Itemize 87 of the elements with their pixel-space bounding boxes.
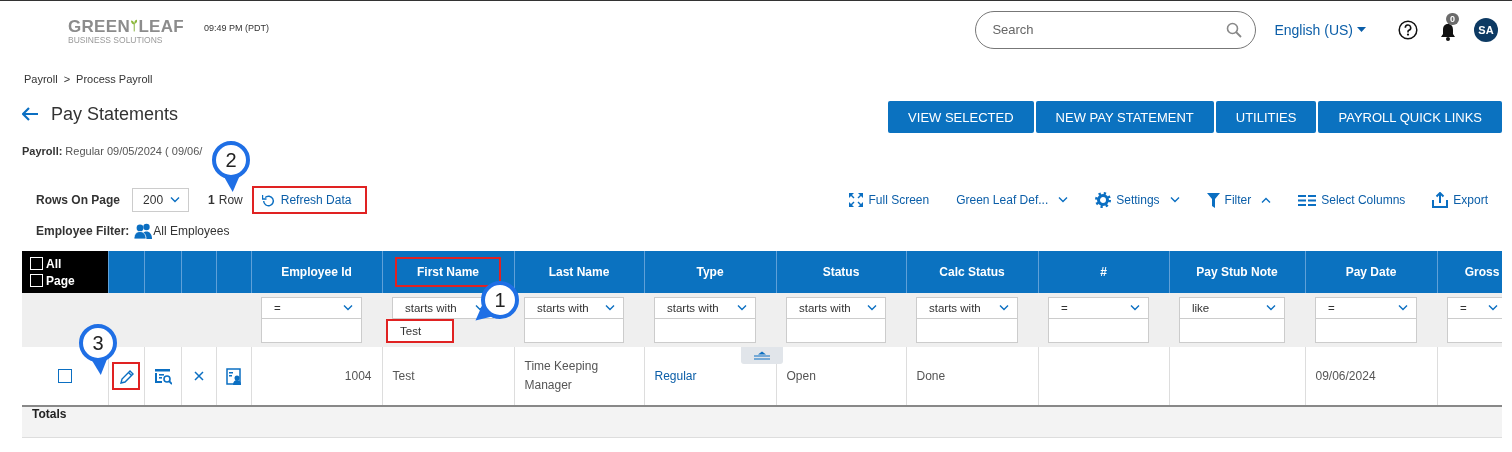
row-count: 1 <box>208 193 215 207</box>
filter-operator[interactable]: = <box>261 297 362 319</box>
toolbar-button[interactable]: Export <box>1432 192 1488 208</box>
filter-operator[interactable]: = <box>1447 297 1502 319</box>
breadcrumb-separator: > <box>63 73 71 85</box>
list-search-icon <box>153 366 172 385</box>
notification-badge: 0 <box>1446 12 1459 25</box>
filter-operator[interactable]: like <box>1179 297 1285 319</box>
chevron-down-icon <box>1488 305 1498 311</box>
caret-down-icon <box>1357 27 1366 32</box>
row-checkbox[interactable] <box>57 369 72 384</box>
action-button[interactable]: UTILITIES <box>1215 101 1317 133</box>
rows-per-page-select[interactable]: 200 <box>132 188 190 212</box>
user-avatar[interactable]: SA <box>1474 17 1498 42</box>
filter-operator[interactable]: starts with <box>524 297 624 319</box>
chevron-down-icon <box>737 305 747 311</box>
chevron-down-icon <box>170 197 181 203</box>
profile-card-icon <box>224 366 243 385</box>
toolbar-button[interactable]: Full Screen <box>849 193 930 207</box>
help-icon[interactable] <box>1398 19 1418 40</box>
payroll-value: Regular 09/05/2024 ( 09/06/ <box>65 145 203 157</box>
filter-input[interactable] <box>1315 319 1417 343</box>
select-checkbox[interactable]: Page <box>30 272 108 289</box>
search-field[interactable]: Search <box>975 10 1257 49</box>
callout-tooltip: 3 <box>66 315 130 379</box>
refresh-icon <box>261 193 275 207</box>
filter-input[interactable] <box>786 319 886 343</box>
select-checkbox[interactable]: All <box>30 255 108 272</box>
bell-icon[interactable] <box>1440 22 1456 41</box>
action-button[interactable]: VIEW SELECTED <box>888 101 1034 133</box>
chevron-down-icon <box>1266 305 1276 311</box>
search-icon <box>1226 21 1243 38</box>
breadcrumb-link[interactable]: Payroll <box>24 73 58 85</box>
cell-text: 09/06/2024 <box>1315 368 1376 383</box>
toolbar-dropdown[interactable]: Green Leaf Def... <box>956 193 1069 207</box>
language-selector[interactable]: English (US) <box>1274 21 1366 38</box>
cell-text: Open <box>786 368 816 383</box>
payroll-label: Payroll: <box>22 145 63 157</box>
totals-label: Totals <box>32 407 67 421</box>
type-link[interactable]: Regular <box>654 368 697 383</box>
action-button[interactable]: PAYROLL QUICK LINKS <box>1318 101 1502 133</box>
gear-icon <box>1095 192 1112 208</box>
filter-value: All Employees <box>153 224 230 238</box>
company-logo: GREEN LEAF BUSINESS SOLUTIONS <box>68 15 184 45</box>
collapse-filter-button[interactable] <box>741 347 783 364</box>
filter-operator[interactable]: starts with <box>654 297 756 319</box>
row-unit: Row <box>218 193 243 207</box>
export-icon <box>1432 192 1449 208</box>
chevron-down-icon <box>1398 305 1408 311</box>
cell-text: Test <box>392 368 415 383</box>
page-title: Pay Statements <box>51 103 179 125</box>
filter-input[interactable] <box>1179 319 1285 343</box>
people-icon <box>133 223 154 239</box>
cell-text: 1004 <box>344 368 372 383</box>
filter-operator[interactable]: starts with <box>786 297 886 319</box>
filter-input[interactable] <box>524 319 624 343</box>
cell-text: Done <box>916 368 946 383</box>
refresh-button[interactable]: Refresh Data <box>251 186 368 214</box>
chevron-down-icon <box>605 305 615 311</box>
toolbar-dropdown[interactable]: Filter <box>1206 192 1272 208</box>
filter-input[interactable] <box>1048 319 1149 343</box>
filter-operator[interactable]: starts with <box>916 297 1018 319</box>
action-button[interactable]: NEW PAY STATEMENT <box>1035 101 1214 133</box>
chevron-down-icon <box>343 305 353 311</box>
toolbar-dropdown[interactable]: Settings <box>1095 192 1180 208</box>
chevron-down-icon <box>999 305 1009 311</box>
filter-input[interactable]: Test <box>386 319 454 343</box>
funnel-icon <box>1206 192 1220 208</box>
pencil-button[interactable] <box>112 361 140 390</box>
filter-operator[interactable]: = <box>1315 297 1417 319</box>
chevron-down-icon <box>1130 305 1140 311</box>
filter-input[interactable] <box>654 319 756 343</box>
expand-icon <box>849 193 864 207</box>
filter-input[interactable] <box>916 319 1018 343</box>
toolbar-button[interactable]: Select Columns <box>1298 193 1406 207</box>
rows-label: Rows On Page <box>36 193 121 207</box>
chevron-down-icon <box>867 305 877 311</box>
cell-text: Time Keeping Manager <box>524 359 599 392</box>
collapse-lines-icon <box>752 351 772 360</box>
filter-operator[interactable]: = <box>1048 297 1149 319</box>
clock-time: 09:49 PM (PDT) <box>204 22 270 33</box>
filter-input[interactable] <box>261 319 362 343</box>
back-arrow-icon[interactable] <box>22 107 39 121</box>
columns-icon <box>1298 194 1317 206</box>
filter-input[interactable] <box>1447 319 1502 343</box>
filter-label: Employee Filter: <box>36 224 130 238</box>
breadcrumb-link[interactable]: Process Payroll <box>76 73 153 85</box>
